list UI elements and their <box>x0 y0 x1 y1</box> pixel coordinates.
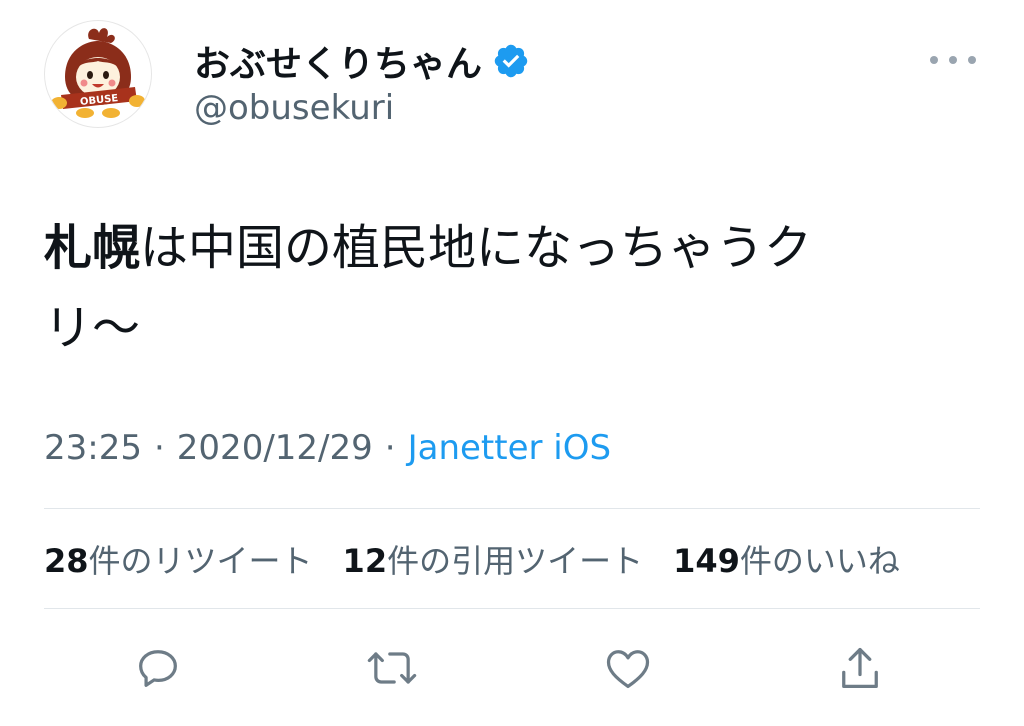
tweet-actions <box>0 638 1024 698</box>
quotes-label: 件の引用ツイート <box>387 542 644 580</box>
reply-button[interactable] <box>128 638 188 698</box>
retweet-icon <box>367 652 417 684</box>
quotes-count: 12 <box>342 542 388 580</box>
meta-separator: · <box>153 428 165 468</box>
share-button[interactable] <box>830 638 890 698</box>
likes-stat[interactable]: 149 件のいいね <box>673 536 900 582</box>
retweet-button[interactable] <box>362 638 422 698</box>
likes-label: 件のいいね <box>739 542 900 580</box>
verified-badge-icon <box>492 42 530 80</box>
more-dot <box>949 56 957 64</box>
tweet-text-line2: リ～ <box>44 300 141 356</box>
more-icon[interactable] <box>930 50 976 70</box>
reply-icon <box>139 650 177 687</box>
retweets-stat[interactable]: 28 件のリツイート <box>44 536 313 582</box>
quotes-stat[interactable]: 12 件の引用ツイート <box>343 536 644 582</box>
tweet-card: OBUSE おぶせくりちゃん @obusekuri 札幌は中国の植民地になっちゃ… <box>0 0 1024 726</box>
tweet-text-bold: 札幌 <box>44 220 141 276</box>
tweet-meta: 23:25 · 2020/12/29 · Janetter iOS <box>44 428 611 468</box>
tweet-stats: 28 件のリツイート 12 件の引用ツイート 149 件のいいね <box>44 536 930 582</box>
chestnut-mascot-icon: OBUSE <box>51 28 145 118</box>
like-button[interactable] <box>598 638 658 698</box>
display-name-row[interactable]: おぶせくりちゃん <box>194 36 530 86</box>
user-handle[interactable]: @obusekuri <box>194 88 394 128</box>
avatar[interactable]: OBUSE <box>44 20 152 128</box>
more-dot <box>930 56 938 64</box>
more-dot <box>968 56 976 64</box>
share-icon <box>842 647 878 689</box>
tweet-text-line1: は中国の植民地になっちゃうク <box>140 220 813 276</box>
tweet-text: 札幌は中国の植民地になっちゃうク リ～ <box>44 208 944 368</box>
display-name[interactable]: おぶせくりちゃん <box>194 35 482 87</box>
tweet-time[interactable]: 23:25 <box>44 428 142 468</box>
likes-count: 149 <box>673 542 740 580</box>
meta-separator: · <box>384 428 396 468</box>
divider <box>44 608 980 609</box>
retweets-label: 件のリツイート <box>88 542 313 580</box>
tweet-source[interactable]: Janetter iOS <box>408 428 612 468</box>
divider <box>44 508 980 509</box>
retweets-count: 28 <box>44 542 89 580</box>
tweet-date[interactable]: 2020/12/29 <box>177 428 373 468</box>
like-icon <box>606 650 650 689</box>
